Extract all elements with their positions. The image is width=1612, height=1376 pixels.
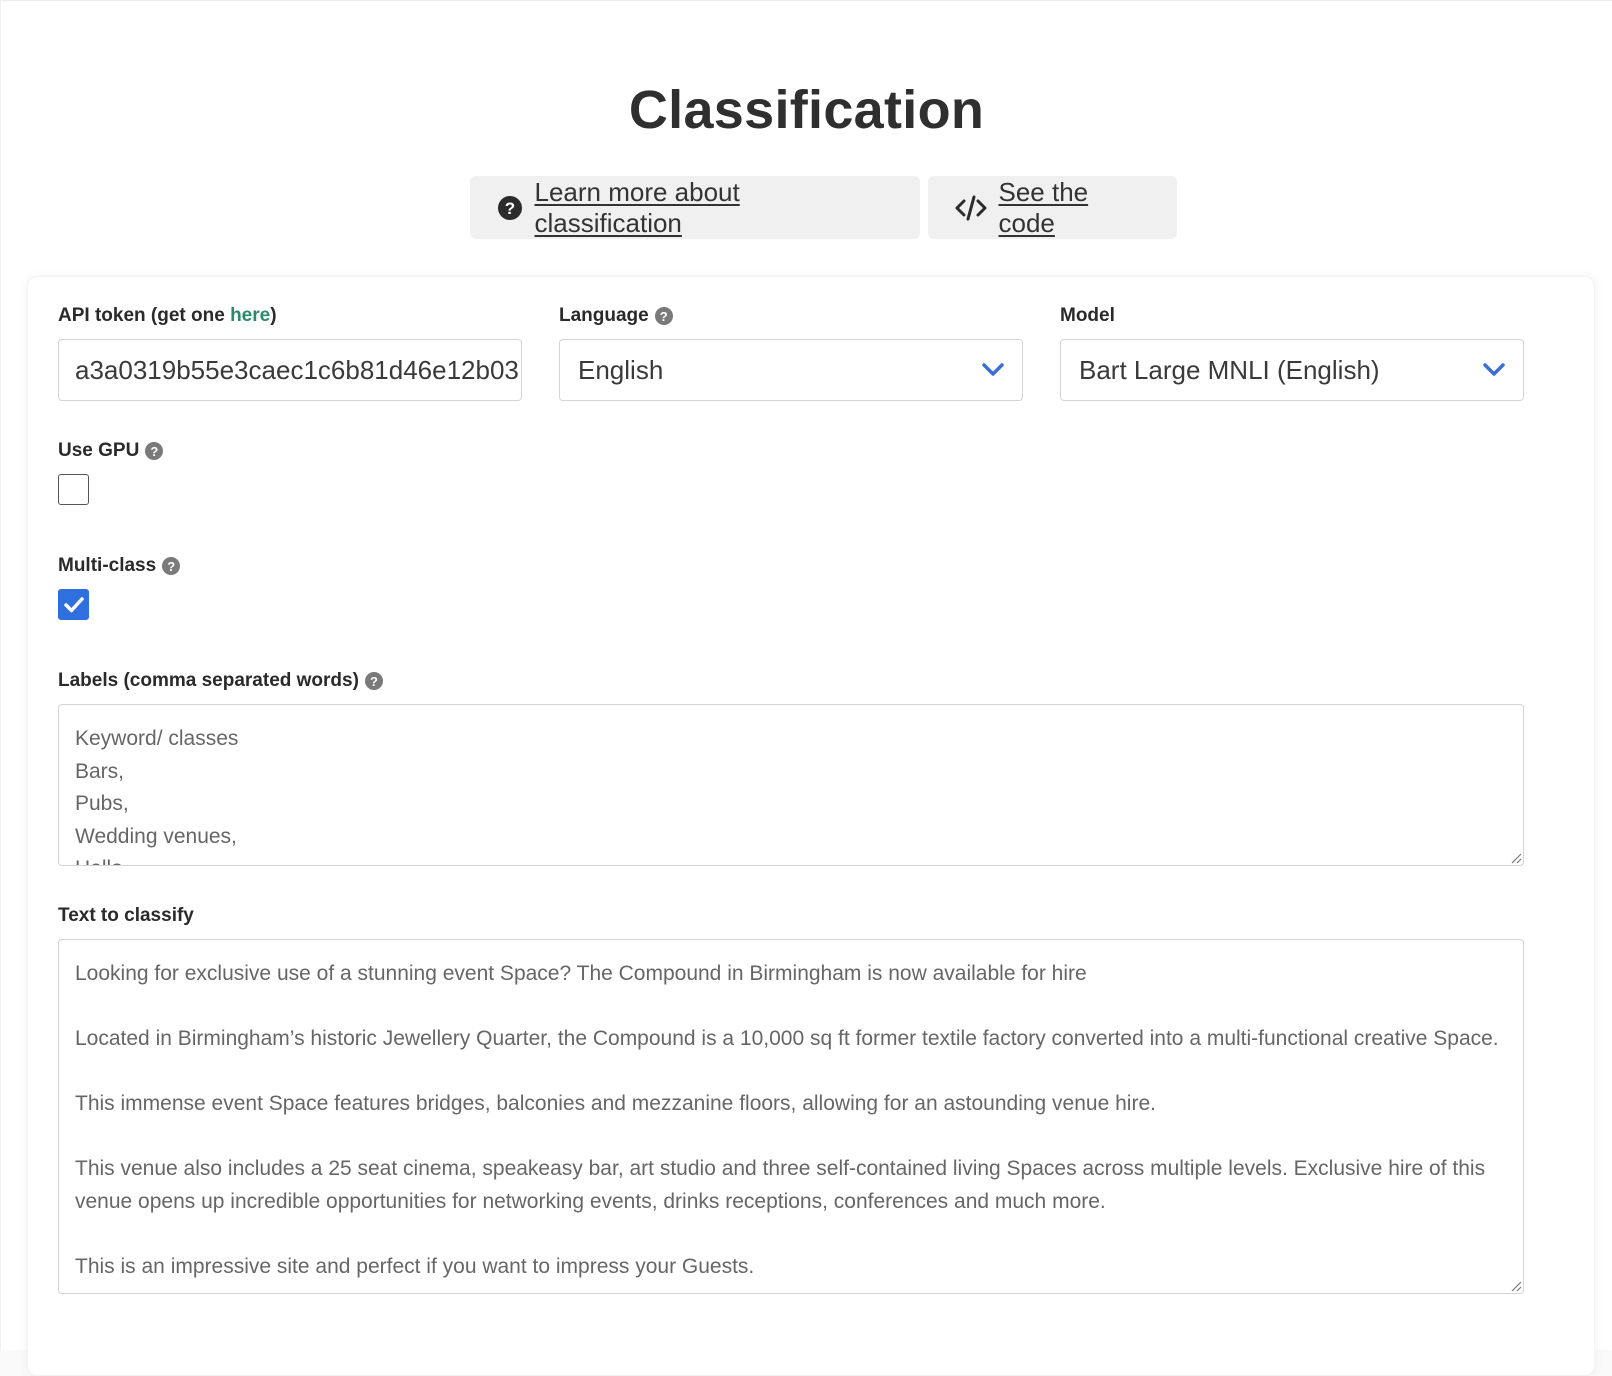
get-token-link[interactable]: here: [230, 305, 270, 326]
page: Classification ? Learn more about classi…: [0, 0, 1612, 1376]
svg-text:?: ?: [504, 199, 514, 218]
chevron-down-icon: [982, 363, 1004, 377]
multi-class-label: Multi-class ?: [58, 555, 181, 577]
labels-label-text: Labels (comma separated words): [58, 670, 359, 691]
text-to-classify-label-text: Text to classify: [58, 905, 194, 926]
api-token-input[interactable]: a3a0319b55e3caec1c6b81d46e12b03: [58, 339, 522, 401]
api-token-label: API token (get one here): [58, 305, 277, 327]
learn-more-label: Learn more about classification: [534, 176, 740, 238]
labels-textarea[interactable]: Keyword/ classes Bars, Pubs, Wedding ven…: [58, 704, 1524, 866]
resize-grip-icon[interactable]: [1510, 1280, 1522, 1292]
language-label-text: Language: [559, 305, 649, 326]
help-icon[interactable]: ?: [654, 307, 673, 325]
api-token-label-suffix: ): [270, 305, 277, 326]
language-select[interactable]: English: [559, 339, 1023, 401]
api-token-label-text: API token (get one: [58, 305, 231, 326]
use-gpu-checkbox[interactable]: [58, 474, 89, 505]
page-title: Classification: [628, 80, 985, 140]
help-icon[interactable]: ?: [364, 672, 383, 690]
use-gpu-label: Use GPU ?: [58, 440, 164, 462]
multi-class-checkbox[interactable]: [58, 589, 89, 620]
classification-form: API token (get one here) a3a0319b55e3cae…: [27, 276, 1595, 1376]
labels-label: Labels (comma separated words) ?: [58, 670, 383, 692]
learn-more-button[interactable]: ? Learn more about classification: [469, 176, 920, 239]
model-label: Model: [1060, 305, 1115, 327]
header-actions: ? Learn more about classification See th…: [1, 176, 1612, 239]
see-code-label: See the code: [998, 176, 1089, 238]
use-gpu-label-text: Use GPU: [58, 440, 140, 461]
model-selected-value: Bart Large MNLI (English): [1079, 354, 1380, 385]
chevron-down-icon: [1483, 363, 1505, 377]
text-to-classify-textarea[interactable]: Looking for exclusive use of a stunning …: [58, 939, 1524, 1294]
question-circle-icon: ?: [497, 195, 523, 221]
help-icon[interactable]: ?: [145, 442, 164, 460]
see-code-button[interactable]: See the code: [927, 176, 1177, 239]
model-select[interactable]: Bart Large MNLI (English): [1060, 339, 1524, 401]
multi-class-label-text: Multi-class: [58, 555, 157, 576]
code-icon: [955, 195, 987, 221]
text-to-classify-label: Text to classify: [58, 905, 194, 927]
model-label-text: Model: [1060, 305, 1115, 326]
resize-grip-icon[interactable]: [1510, 852, 1522, 864]
checkmark-icon: [63, 596, 84, 612]
help-icon[interactable]: ?: [162, 557, 181, 575]
language-label: Language ?: [559, 305, 673, 327]
language-selected-value: English: [578, 354, 664, 385]
